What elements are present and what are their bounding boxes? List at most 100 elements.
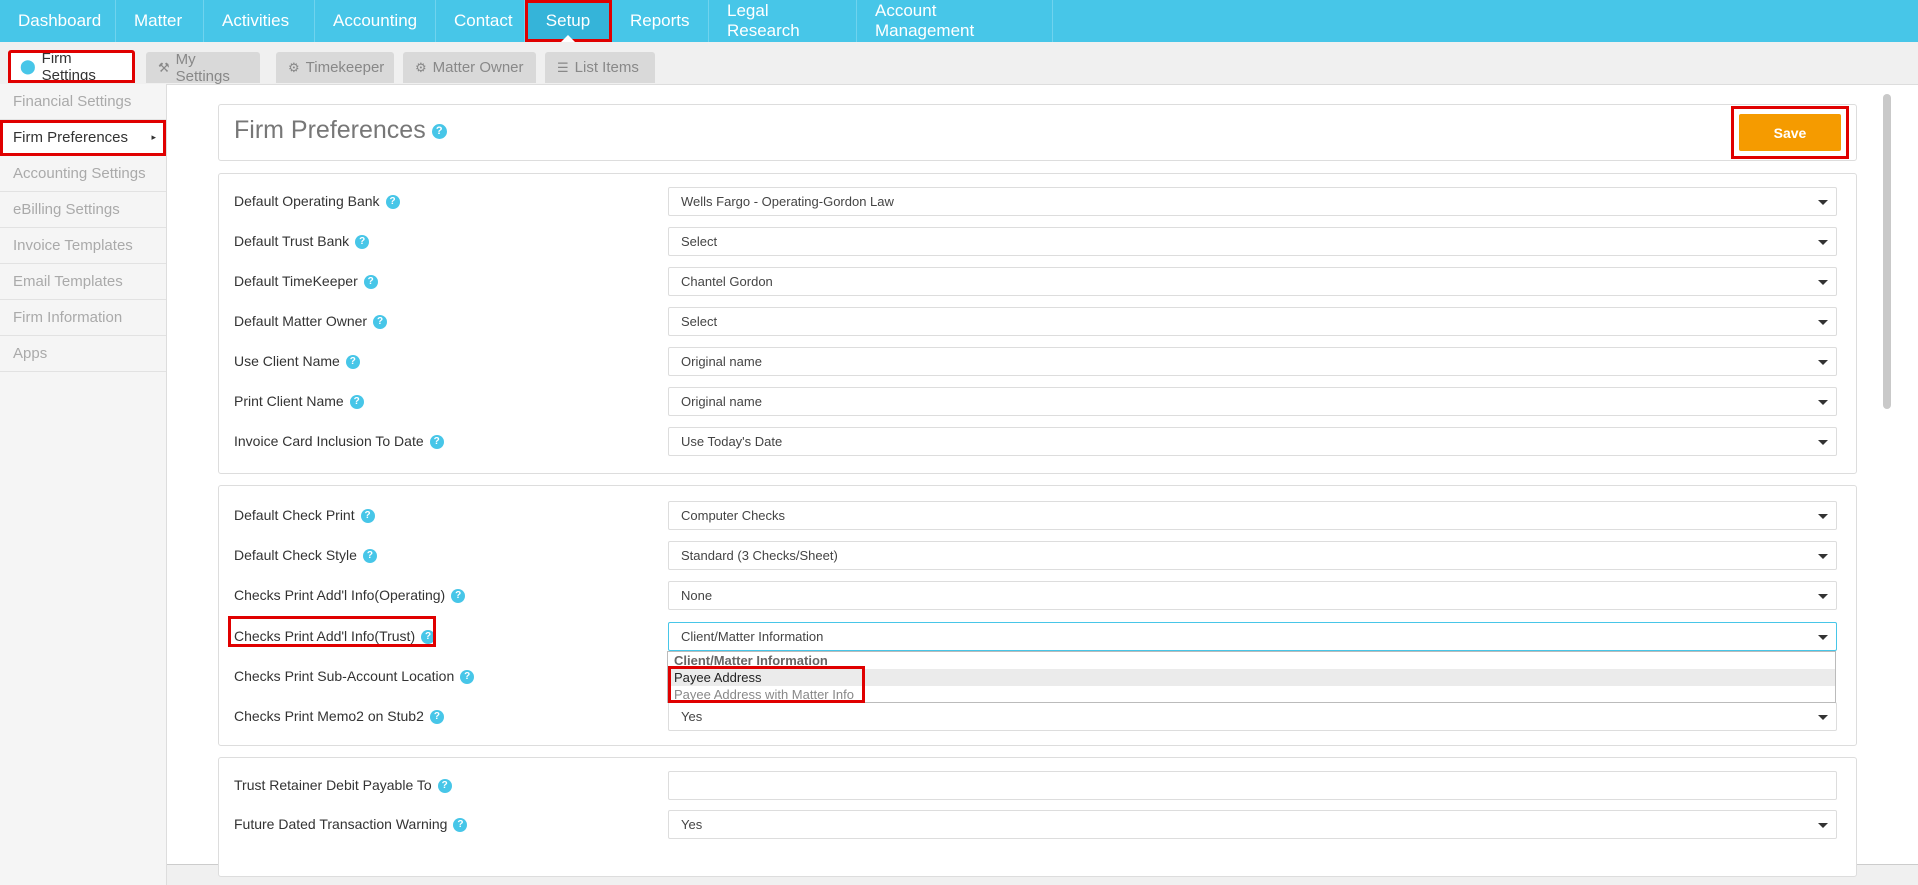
save-button[interactable]: Save	[1739, 114, 1841, 151]
field-label: Checks Print Sub-Account Location?	[234, 668, 475, 685]
field-label-text: Checks Print Memo2 on Stub2	[234, 708, 424, 724]
select-value: Client/Matter Information	[681, 629, 824, 644]
nav-dashboard-label: Dashboard	[18, 11, 102, 30]
select-value: Standard (3 Checks/Sheet)	[681, 548, 838, 563]
form-row: Future Dated Transaction Warning? Yes	[219, 805, 1858, 845]
help-icon[interactable]: ?	[355, 235, 370, 250]
nav-legal-research-label: Legal Research	[727, 1, 800, 40]
chevron-down-icon	[1818, 823, 1828, 828]
select-value: Use Today's Date	[681, 434, 783, 449]
wrench-icon: ⚒	[158, 59, 170, 75]
select-value: Wells Fargo - Operating-Gordon Law	[681, 194, 894, 209]
default-check-print-select[interactable]: Computer Checks	[668, 501, 1837, 530]
tab-matter-owner[interactable]: ⚙ Matter Owner	[403, 52, 536, 83]
field-label-text: Checks Print Sub-Account Location	[234, 668, 455, 684]
sidebar-item-label: Firm Preferences	[13, 129, 129, 146]
tab-list-items[interactable]: ☰ List Items	[545, 52, 655, 83]
sidebar-item-firm-information[interactable]: Firm Information	[0, 300, 166, 336]
nav-reports-label: Reports	[630, 11, 690, 30]
nav-contact-label: Contact	[454, 11, 513, 30]
field-label-text: Invoice Card Inclusion To Date	[234, 433, 424, 449]
help-icon[interactable]: ?	[362, 549, 377, 564]
default-operating-bank-select[interactable]: Wells Fargo - Operating-Gordon Law	[668, 187, 1837, 216]
tab-list-items-label: List Items	[574, 59, 639, 76]
help-icon[interactable]: ?	[451, 589, 466, 604]
sidebar: Financial Settings Firm Preferences ▸ Acc…	[0, 84, 167, 885]
help-icon[interactable]: ?	[460, 670, 475, 685]
sidebar-item-invoice-templates[interactable]: Invoice Templates	[0, 228, 166, 264]
nav-matter[interactable]: Matter	[116, 0, 204, 42]
nav-accounting-label: Accounting	[333, 11, 418, 30]
form-row: Default TimeKeeper? Chantel Gordon	[219, 262, 1858, 302]
form-row: Default Check Print? Computer Checks	[219, 496, 1858, 536]
default-trust-bank-select[interactable]: Select	[668, 227, 1837, 256]
nav-activities[interactable]: Activities	[204, 0, 315, 42]
nav-matter-label: Matter	[134, 11, 183, 30]
tab-my-settings[interactable]: ⚒ My Settings	[146, 51, 260, 85]
nav-account-management-label: Account Management	[875, 1, 975, 40]
print-client-name-select[interactable]: Original name	[668, 387, 1837, 416]
nav-setup[interactable]: Setup	[525, 0, 612, 42]
use-client-name-select[interactable]: Original name	[668, 347, 1837, 376]
default-check-style-select[interactable]: Standard (3 Checks/Sheet)	[668, 541, 1837, 570]
help-icon[interactable]: ?	[373, 315, 388, 330]
app-window: Dashboard Matter Activities Accounting C…	[0, 0, 1918, 885]
chevron-down-icon	[1818, 554, 1828, 559]
sidebar-item-ebilling-settings[interactable]: eBilling Settings	[0, 192, 166, 228]
field-label: Default Check Style?	[234, 547, 377, 564]
trust-retainer-payable-input[interactable]	[668, 771, 1837, 800]
help-icon[interactable]: ?	[429, 435, 444, 450]
future-dated-warning-select[interactable]: Yes	[668, 810, 1837, 839]
help-icon[interactable]: ?	[429, 710, 444, 725]
nav-accounting[interactable]: Accounting	[315, 0, 436, 42]
help-icon[interactable]: ?	[360, 509, 375, 524]
gear-icon: ⬤	[20, 58, 36, 74]
field-label: Default Check Print?	[234, 507, 375, 524]
form-row: Checks Print Add'l Info(Operating)? None	[219, 576, 1858, 616]
tab-timekeeper[interactable]: ⚙ Timekeeper	[276, 52, 394, 83]
checks-print-memo2-select[interactable]: Yes	[668, 702, 1837, 731]
checks-print-info-operating-select[interactable]: None	[668, 581, 1837, 610]
help-icon[interactable]: ?	[453, 818, 468, 833]
field-label: Print Client Name?	[234, 393, 364, 410]
sidebar-item-accounting-settings[interactable]: Accounting Settings	[0, 156, 166, 192]
tab-matter-owner-label: Matter Owner	[432, 59, 524, 76]
chevron-down-icon	[1818, 440, 1828, 445]
sidebar-item-label: Apps	[13, 345, 48, 362]
nav-contact[interactable]: Contact	[436, 0, 525, 42]
field-label: Default TimeKeeper?	[234, 273, 378, 290]
sidebar-item-firm-preferences[interactable]: Firm Preferences ▸	[0, 120, 166, 156]
dropdown-highlight	[668, 666, 865, 703]
scrollbar[interactable]	[1883, 94, 1891, 409]
field-label: Future Dated Transaction Warning?	[234, 816, 468, 833]
select-value: Yes	[681, 709, 703, 724]
nav-legal-research[interactable]: Legal Research	[709, 0, 857, 42]
sidebar-item-email-templates[interactable]: Email Templates	[0, 264, 166, 300]
select-value: Chantel Gordon	[681, 274, 773, 289]
help-icon[interactable]: ?	[349, 395, 364, 410]
nav-account-management[interactable]: Account Management	[857, 0, 1053, 42]
chevron-down-icon	[1818, 200, 1828, 205]
field-label-text: Future Dated Transaction Warning	[234, 816, 448, 832]
form-row: Default Trust Bank? Select	[219, 222, 1858, 262]
chevron-down-icon	[1818, 360, 1828, 365]
checks-print-info-trust-select[interactable]: Client/Matter Information	[668, 622, 1837, 651]
form-row: Use Client Name? Original name	[219, 342, 1858, 382]
nav-dashboard[interactable]: Dashboard	[0, 0, 116, 42]
help-icon[interactable]: ?	[363, 275, 378, 290]
tab-firm-settings[interactable]: ⬤ Firm Settings	[8, 50, 135, 84]
chevron-down-icon	[1818, 320, 1828, 325]
help-icon[interactable]: ?	[345, 355, 360, 370]
default-timekeeper-select[interactable]: Chantel Gordon	[668, 267, 1837, 296]
nav-reports[interactable]: Reports	[612, 0, 709, 42]
help-icon[interactable]: ?	[431, 123, 447, 139]
help-icon[interactable]: ?	[385, 195, 400, 210]
default-matter-owner-select[interactable]: Select	[668, 307, 1837, 336]
sidebar-item-financial-settings[interactable]: Financial Settings	[0, 84, 166, 120]
help-icon[interactable]: ?	[437, 779, 452, 794]
invoice-card-inclusion-select[interactable]: Use Today's Date	[668, 427, 1837, 456]
sidebar-item-apps[interactable]: Apps	[0, 336, 166, 372]
field-label: Default Trust Bank?	[234, 233, 370, 250]
field-label: Use Client Name?	[234, 353, 360, 370]
field-label-text: Default Trust Bank	[234, 233, 350, 249]
